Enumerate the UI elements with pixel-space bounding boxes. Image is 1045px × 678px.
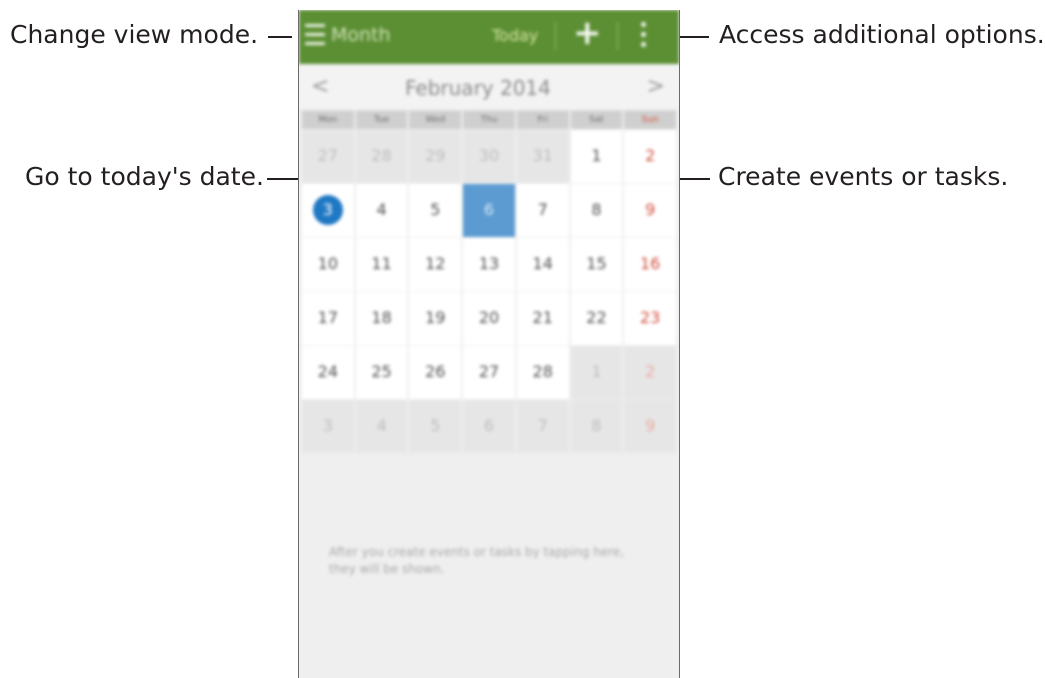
calendar-day[interactable]: 21: [516, 292, 569, 345]
calendar-day[interactable]: 25: [355, 346, 408, 399]
calendar-day[interactable]: 14: [516, 238, 569, 291]
callout-change-view-mode: Change view mode.: [10, 20, 259, 49]
month-grid: 27 28 29 30 31 1 2 3 4 5 6 7 8 9 10 11 1…: [301, 130, 677, 454]
weekday-label: Tue: [355, 111, 408, 129]
action-separator: [555, 22, 556, 50]
calendar-week: 17 18 19 20 21 22 23: [301, 292, 677, 346]
action-separator: [617, 22, 618, 50]
calendar-day[interactable]: 1: [570, 346, 623, 399]
next-month-button[interactable]: >: [647, 74, 665, 99]
calendar-day[interactable]: 7: [516, 184, 569, 237]
weekday-header: Mon Tue Wed Thu Fri Sat Sun: [301, 111, 677, 129]
calendar-day[interactable]: 2: [624, 346, 677, 399]
month-navigation: < February 2014 >: [299, 64, 679, 111]
calendar-day[interactable]: 27: [302, 130, 354, 183]
calendar-day[interactable]: 28: [355, 130, 408, 183]
calendar-day[interactable]: 15: [570, 238, 623, 291]
calendar-day[interactable]: 1: [570, 130, 623, 183]
view-mode-label[interactable]: Month: [331, 24, 391, 46]
calendar-day[interactable]: 30: [463, 130, 515, 183]
calendar-day[interactable]: 24: [302, 346, 354, 399]
callout-create-events: Create events or tasks.: [718, 162, 1009, 191]
calendar-day[interactable]: 4: [355, 184, 408, 237]
month-title: February 2014: [405, 76, 551, 100]
calendar-day[interactable]: 8: [570, 400, 623, 453]
weekday-label: Sat: [570, 111, 623, 129]
calendar-day[interactable]: 19: [409, 292, 462, 345]
calendar-day[interactable]: 4: [355, 400, 408, 453]
calendar-day[interactable]: 10: [302, 238, 354, 291]
today-button[interactable]: Today: [492, 26, 538, 45]
calendar-week: 10 11 12 13 14 15 16: [301, 238, 677, 292]
calendar-day[interactable]: 9: [624, 184, 677, 237]
calendar-day[interactable]: 7: [516, 400, 569, 453]
calendar-day[interactable]: 13: [463, 238, 515, 291]
weekday-label: Sun: [624, 111, 677, 129]
calendar-day[interactable]: 5: [409, 400, 462, 453]
weekday-label: Wed: [409, 111, 462, 129]
calendar-day[interactable]: 18: [355, 292, 408, 345]
calendar-day[interactable]: 20: [463, 292, 515, 345]
calendar-day[interactable]: 12: [409, 238, 462, 291]
calendar-day[interactable]: 26: [409, 346, 462, 399]
more-vertical-icon[interactable]: [641, 22, 647, 52]
calendar-screen: Month Today + < February 2014 > Mon Tue …: [298, 10, 680, 678]
calendar-day[interactable]: 31: [516, 130, 569, 183]
calendar-day[interactable]: 29: [409, 130, 462, 183]
callout-go-to-today: Go to today's date.: [25, 162, 264, 191]
weekday-label: Thu: [463, 111, 515, 129]
calendar-day[interactable]: 2: [624, 130, 677, 183]
calendar-week: 3 4 5 6 7 8 9: [301, 400, 677, 454]
calendar-day[interactable]: 27: [463, 346, 515, 399]
calendar-day[interactable]: 28: [516, 346, 569, 399]
callout-access-options: Access additional options.: [719, 20, 1045, 49]
calendar-day[interactable]: 9: [624, 400, 677, 453]
weekday-label: Fri: [516, 111, 569, 129]
hamburger-icon[interactable]: [305, 24, 325, 46]
callout-line-view-mode: [268, 36, 292, 38]
calendar-day[interactable]: 8: [570, 184, 623, 237]
calendar-day-selected[interactable]: 6: [463, 184, 515, 237]
today-marker: 3: [312, 195, 343, 225]
calendar-day[interactable]: 23: [624, 292, 677, 345]
weekday-label: Mon: [302, 111, 354, 129]
calendar-day[interactable]: 16: [624, 238, 677, 291]
calendar-day-today[interactable]: 3: [302, 184, 354, 237]
calendar-week: 24 25 26 27 28 1 2: [301, 346, 677, 400]
calendar-day[interactable]: 17: [302, 292, 354, 345]
empty-events-message[interactable]: After you create events or tasks by tapp…: [329, 544, 629, 578]
action-bar: Month Today +: [299, 10, 679, 64]
calendar-week: 27 28 29 30 31 1 2: [301, 130, 677, 184]
calendar-day[interactable]: 3: [302, 400, 354, 453]
previous-month-button[interactable]: <: [311, 74, 329, 99]
calendar-day[interactable]: 11: [355, 238, 408, 291]
plus-icon[interactable]: +: [573, 16, 602, 50]
calendar-week: 3 4 5 6 7 8 9: [301, 184, 677, 238]
calendar-day[interactable]: 22: [570, 292, 623, 345]
calendar-day[interactable]: 5: [409, 184, 462, 237]
calendar-day[interactable]: 6: [463, 400, 515, 453]
